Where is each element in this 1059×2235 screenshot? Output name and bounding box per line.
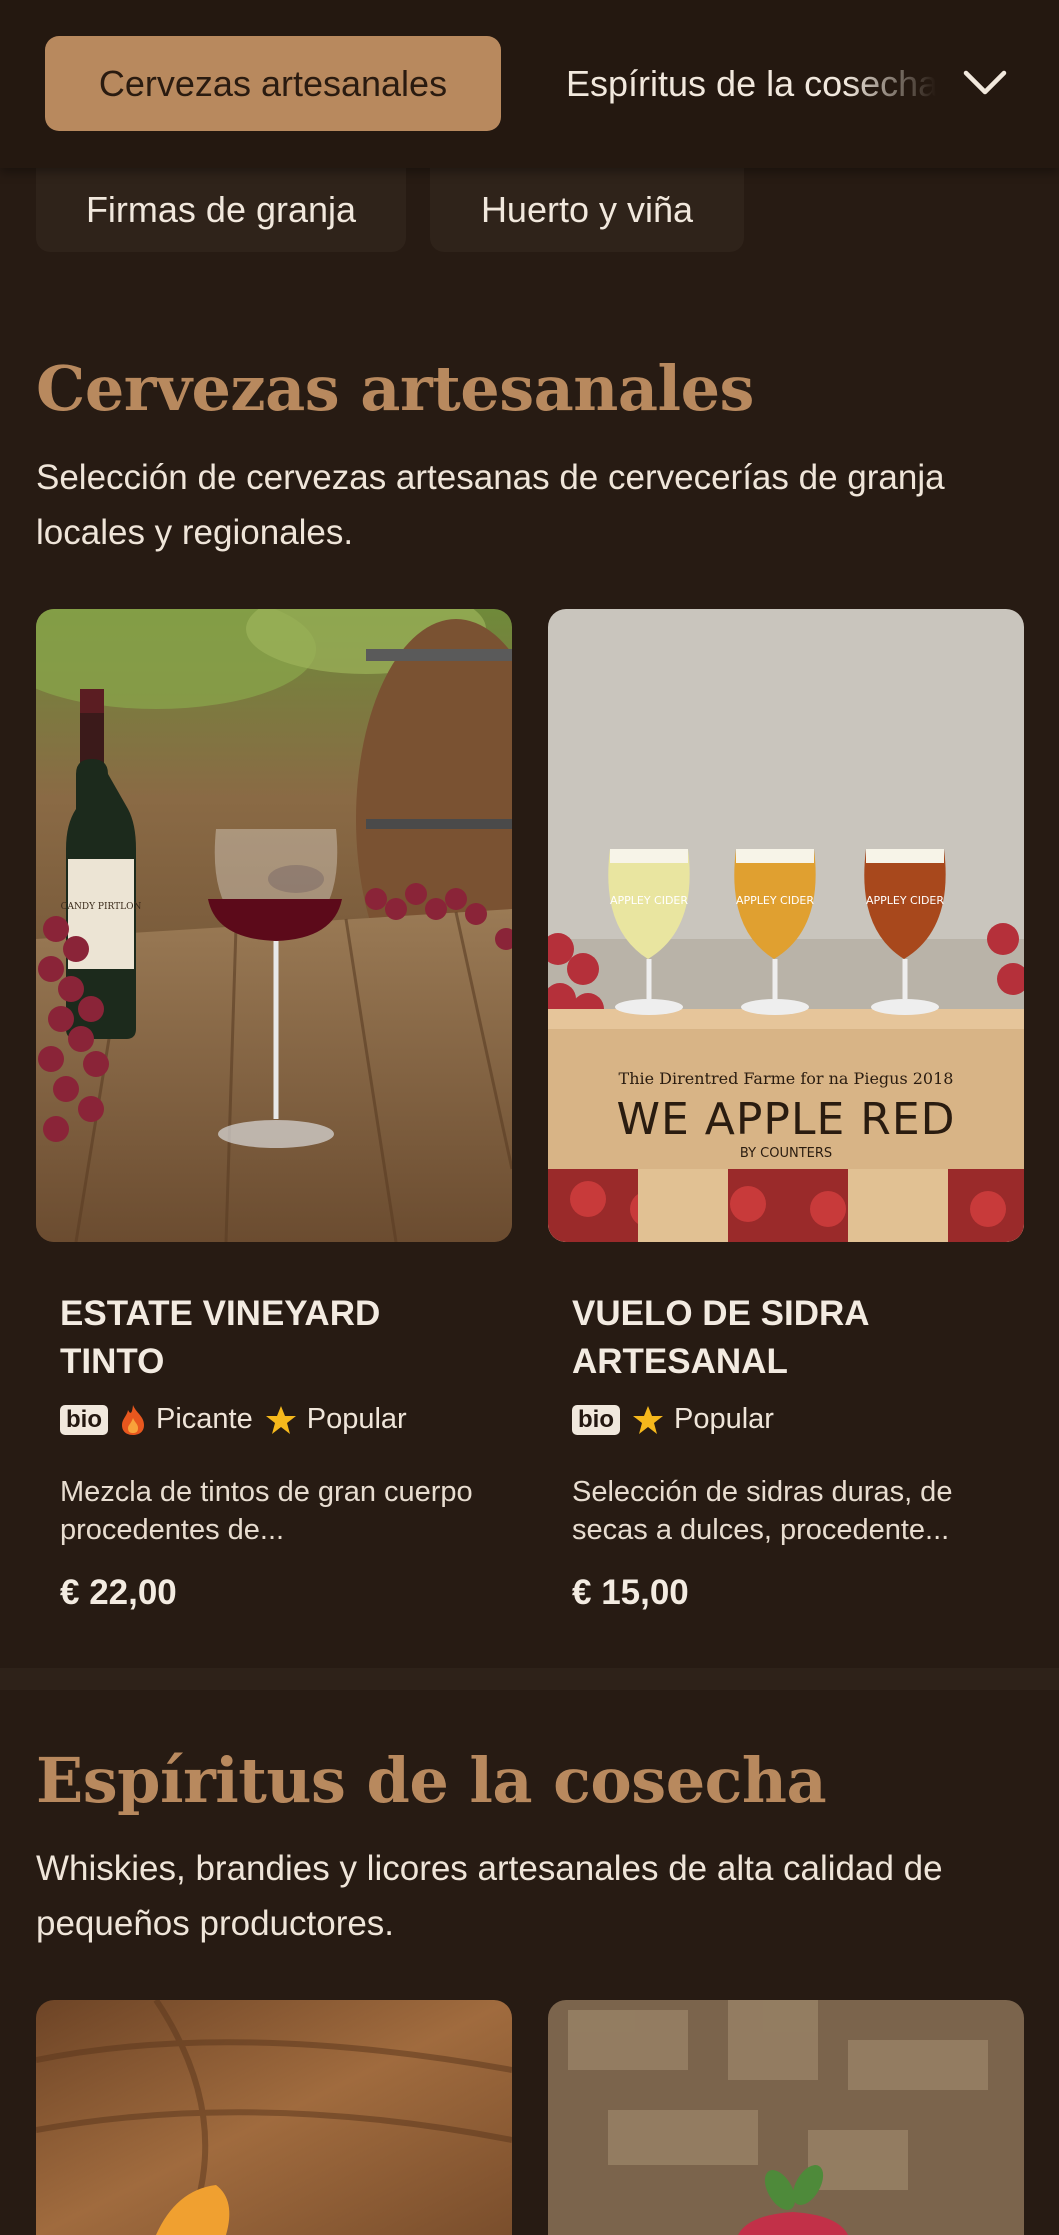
product-tags: bio Popular [572,1403,774,1436]
popular-label: Popular [306,1403,407,1435]
section-description: Whiskies, brandies y licores artesanales… [36,1849,943,1943]
popular-label: Popular [674,1403,774,1435]
product-price: € 15,00 [572,1573,689,1612]
crate-subtitle: BY COUNTERS [740,1146,832,1161]
product-price: € 22,00 [60,1573,177,1612]
bio-badge: bio [60,1404,108,1435]
popular-tag: Popular [632,1403,774,1436]
product-name: Vuelo de sidra artesanal [572,1294,869,1381]
bottle-label: CANDY PIRTLON [61,902,142,912]
glass-label: APPLEY CIDER [610,894,688,907]
glass-label: APPLEY CIDER [736,894,814,907]
product-name: Estate Vineyard Tinto [60,1294,381,1381]
tab-label: Firmas de granja [85,189,357,230]
star-icon [633,1405,663,1434]
product-description: Mezcla de tintos de gran cuerpo proceden… [60,1476,473,1546]
product-image-cocktail[interactable] [548,2000,1024,2235]
tab-cervezas-artesanales[interactable]: Cervezas artesanales [45,36,501,131]
tab-espiritus-de-la-cosecha[interactable]: Espíritus de la cosecha [566,36,936,131]
bio-badge: bio [572,1404,620,1435]
tab-label: Huerto y viña [480,189,694,230]
spicy-tag: Picante [120,1403,253,1436]
star-icon [265,1405,296,1434]
product-tags: bio Picante Popular [60,1403,407,1436]
flame-icon [122,1404,144,1435]
category-nav: Cervezas artesanales Espíritus de la cos… [0,0,1059,168]
glass-label: APPLEY CIDER [866,894,944,907]
product-image-wine[interactable]: CANDY PIRTLON [36,609,512,1242]
tab-huerto-y-vina[interactable]: Huerto y viña [430,168,744,252]
chevron-down-icon[interactable] [960,58,1010,108]
spicy-label: Picante [156,1403,253,1435]
tab-firmas-de-granja[interactable]: Firmas de granja [36,168,406,252]
section-title: Cervezas artesanales [36,352,754,425]
section-description: Selección de cervezas artesanas de cerve… [36,458,945,552]
section-divider [0,1668,1059,1690]
product-image-cider[interactable]: Thie Direntred Farme for na Piegus 2018 … [548,609,1024,1242]
product-description: Selección de sidras duras, de secas a du… [572,1476,953,1546]
crate-brand: WE APPLE RED [616,1094,955,1145]
popular-tag: Popular [265,1403,407,1436]
crate-caption: Thie Direntred Farme for na Piegus 2018 [619,1069,954,1088]
product-image-spirit[interactable] [36,2000,512,2235]
section-title: Espíritus de la cosecha [36,1744,827,1817]
